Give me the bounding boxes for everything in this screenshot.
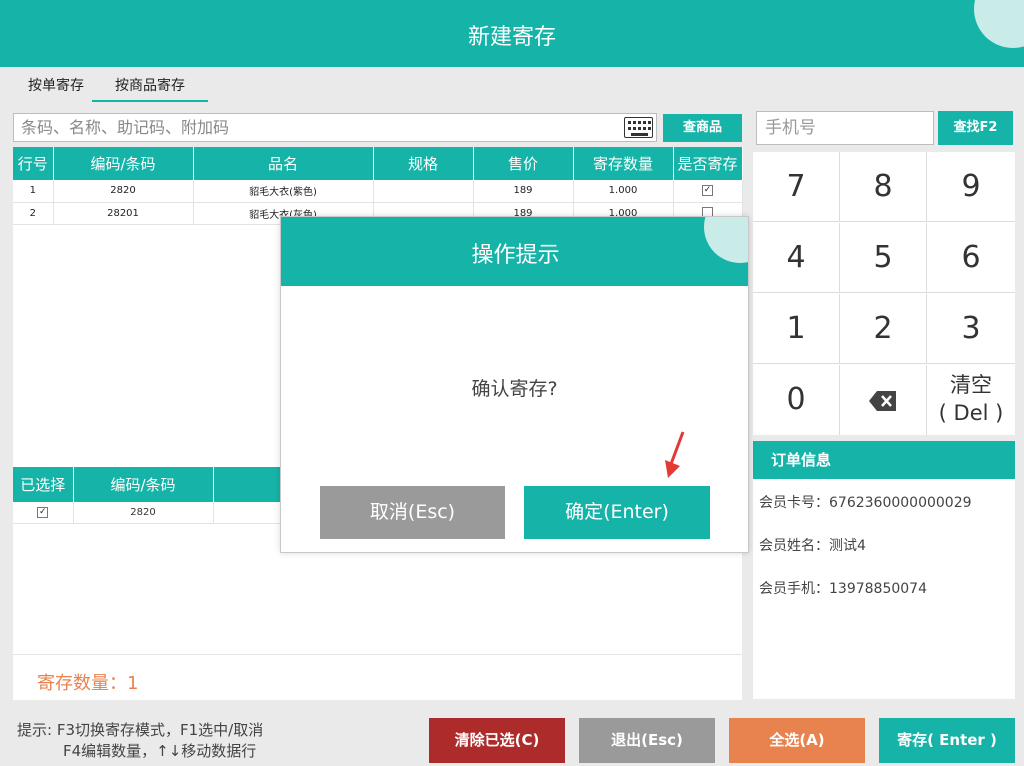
keyboard-icon[interactable] bbox=[624, 117, 653, 138]
tab-by-product[interactable]: 按商品寄存 bbox=[92, 70, 208, 102]
cell-price: 189 bbox=[473, 180, 574, 203]
key-6[interactable]: 6 bbox=[927, 223, 1015, 293]
col-code: 编码/条码 bbox=[53, 147, 194, 180]
deposit-checkbox[interactable]: ✓ bbox=[702, 185, 713, 196]
find-member-button[interactable]: 查找F2 bbox=[938, 111, 1013, 145]
key-8[interactable]: 8 bbox=[840, 152, 927, 222]
confirm-dialog: 操作提示 ✕ 确认寄存? 取消(Esc) 确定(Enter) bbox=[280, 216, 749, 553]
key-9[interactable]: 9 bbox=[927, 152, 1015, 222]
col-selected: 已选择 bbox=[13, 467, 74, 502]
key-2[interactable]: 2 bbox=[840, 294, 927, 364]
deposit-button[interactable]: 寄存( Enter ) bbox=[879, 718, 1015, 763]
product-search bbox=[13, 113, 657, 142]
annotation-arrow-icon bbox=[665, 431, 685, 478]
numeric-keypad: 7 8 9 4 5 6 1 2 3 0 清空 ( Del ) bbox=[753, 152, 1015, 435]
col-price: 售价 bbox=[473, 147, 574, 180]
cell-deposit: ✓ bbox=[673, 180, 743, 203]
table-row[interactable]: 1 2820 貂毛大衣(紫色) 189 1.000 ✓ bbox=[13, 180, 743, 203]
dialog-confirm-button[interactable]: 确定(Enter) bbox=[524, 486, 710, 539]
key-3[interactable]: 3 bbox=[927, 294, 1015, 364]
col-qty: 寄存数量 bbox=[573, 147, 674, 180]
col-deposit: 是否寄存 bbox=[673, 147, 743, 180]
order-info-title: 订单信息 bbox=[753, 441, 1015, 479]
shortcut-hint: 提示: F3切换寄存模式，F1选中/取消 F4编辑数量，↑↓移动数据行 bbox=[17, 720, 263, 762]
member-phone-label: 会员手机： bbox=[759, 581, 829, 597]
window-title: 新建寄存 bbox=[467, 25, 556, 50]
key-0[interactable]: 0 bbox=[753, 365, 840, 435]
key-clear[interactable]: 清空 ( Del ) bbox=[927, 365, 1015, 435]
member-phone-row: 会员手机：13978850074 bbox=[759, 578, 927, 598]
title-bar: 新建寄存 ✕ bbox=[0, 0, 1024, 67]
search-product-button[interactable]: 查商品 bbox=[663, 114, 742, 142]
backspace-icon bbox=[869, 390, 896, 411]
col-row-no: 行号 bbox=[13, 147, 54, 180]
close-icon: ✕ bbox=[1016, 0, 1024, 4]
dialog-cancel-button[interactable]: 取消(Esc) bbox=[320, 486, 505, 539]
cell-spec bbox=[373, 180, 474, 203]
member-card-label: 会员卡号： bbox=[759, 495, 829, 511]
key-5[interactable]: 5 bbox=[840, 223, 927, 293]
member-name-value: 测试4 bbox=[829, 538, 866, 554]
table-header-row: 行号 编码/条码 品名 规格 售价 寄存数量 是否寄存 bbox=[13, 147, 743, 180]
hint-line-2: F4编辑数量，↑↓移动数据行 bbox=[63, 742, 257, 760]
order-info-panel: 订单信息 会员卡号：6762360000000029 会员姓名：测试4 会员手机… bbox=[753, 441, 1015, 699]
dialog-header: 操作提示 ✕ bbox=[281, 217, 748, 286]
cell-code: 28201 bbox=[53, 202, 194, 225]
exit-button[interactable]: 退出(Esc) bbox=[579, 718, 715, 763]
key-1[interactable]: 1 bbox=[753, 294, 840, 364]
member-card-value: 6762360000000029 bbox=[829, 495, 972, 511]
clear-selected-button[interactable]: 清除已选(C) bbox=[429, 718, 565, 763]
member-name-row: 会员姓名：测试4 bbox=[759, 535, 866, 555]
cell-row-no: 1 bbox=[13, 180, 54, 203]
select-all-button[interactable]: 全选(A) bbox=[729, 718, 865, 763]
cell-selected: ✓ bbox=[13, 502, 74, 524]
clear-label: 清空 bbox=[950, 373, 992, 397]
col-spec: 规格 bbox=[373, 147, 474, 180]
selected-checkbox[interactable]: ✓ bbox=[37, 506, 49, 518]
member-phone-value: 13978850074 bbox=[829, 581, 927, 597]
member-name-label: 会员姓名： bbox=[759, 538, 829, 554]
col-code: 编码/条码 bbox=[73, 467, 214, 502]
phone-search bbox=[756, 111, 934, 145]
deposit-count-bar: 寄存数量：1 bbox=[13, 654, 742, 700]
key-7[interactable]: 7 bbox=[753, 152, 840, 222]
search-input[interactable] bbox=[14, 114, 614, 141]
tab-by-order[interactable]: 按单寄存 bbox=[14, 70, 98, 102]
deposit-count: 寄存数量：1 bbox=[37, 673, 139, 694]
cell-name: 貂毛大衣(紫色) bbox=[193, 180, 374, 203]
cell-code: 2820 bbox=[73, 502, 214, 524]
dialog-message: 确认寄存? bbox=[471, 378, 558, 400]
member-card-row: 会员卡号：6762360000000029 bbox=[759, 492, 972, 512]
hint-line-1: 提示: F3切换寄存模式，F1选中/取消 bbox=[17, 721, 264, 739]
phone-input[interactable] bbox=[757, 112, 927, 144]
key-4[interactable]: 4 bbox=[753, 223, 840, 293]
product-table: 行号 编码/条码 品名 规格 售价 寄存数量 是否寄存 1 2820 貂毛大衣(… bbox=[13, 147, 743, 225]
cell-code: 2820 bbox=[53, 180, 194, 203]
dialog-title: 操作提示 bbox=[471, 243, 560, 268]
key-backspace[interactable] bbox=[840, 365, 927, 435]
clear-shortcut: ( Del ) bbox=[938, 401, 1004, 425]
cell-qty[interactable]: 1.000 bbox=[573, 180, 674, 203]
close-icon: ✕ bbox=[741, 217, 748, 227]
col-name: 品名 bbox=[193, 147, 374, 180]
cell-row-no: 2 bbox=[13, 202, 54, 225]
